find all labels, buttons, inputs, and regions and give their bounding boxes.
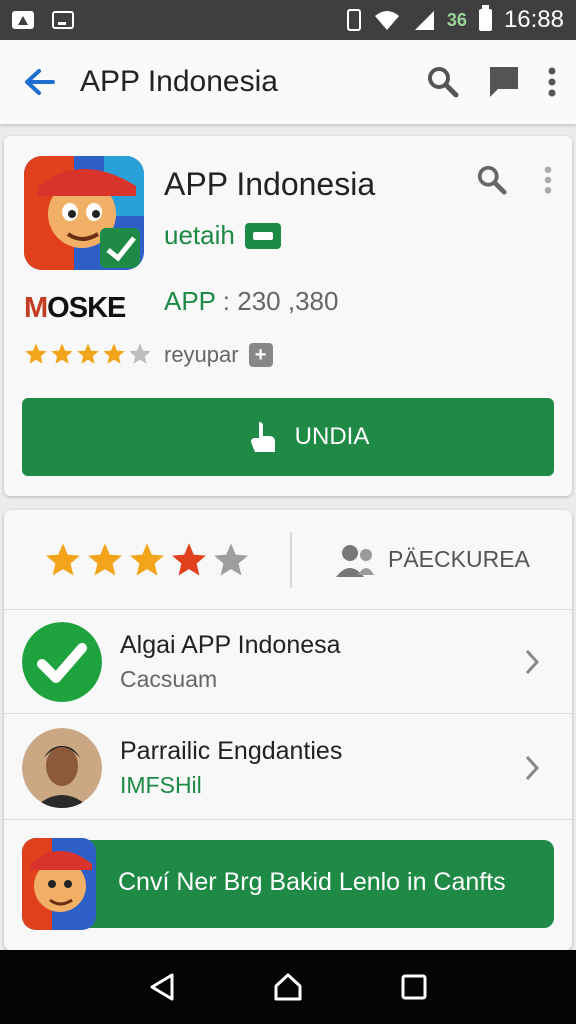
more-vert-icon[interactable] bbox=[544, 166, 552, 194]
promo-app-icon bbox=[22, 838, 96, 930]
more-vert-icon[interactable] bbox=[548, 67, 556, 97]
list-item-subtitle: IMFSHil bbox=[120, 771, 202, 798]
chevron-right-icon bbox=[512, 648, 552, 676]
rating-stars-large[interactable] bbox=[4, 541, 290, 579]
nav-home-icon[interactable] bbox=[273, 972, 303, 1002]
back-arrow-icon bbox=[25, 69, 55, 95]
install-button[interactable]: UNDIA bbox=[22, 398, 554, 476]
star-icon bbox=[172, 542, 206, 576]
details-card: PÄECKUREA Algai APP Indonesa Cacsuam Par… bbox=[4, 510, 572, 950]
app-icon[interactable] bbox=[24, 156, 144, 270]
developer-badge-icon bbox=[244, 222, 281, 249]
developer-row[interactable]: uetaih bbox=[164, 220, 281, 251]
system-nav-bar bbox=[0, 950, 576, 1024]
star-icon bbox=[88, 542, 122, 576]
image-icon bbox=[12, 11, 34, 29]
app-bar: APP Indonesia bbox=[0, 40, 576, 124]
list-item[interactable]: Algai APP Indonesa Cacsuam bbox=[4, 610, 572, 714]
media-icon bbox=[52, 11, 74, 29]
star-icon bbox=[130, 542, 164, 576]
battery-icon bbox=[478, 5, 492, 31]
list-item[interactable]: Parrailic Engdanties IMFSHil bbox=[4, 716, 572, 820]
app-name: APP Indonesia bbox=[164, 166, 376, 202]
category-add-icon: + bbox=[248, 343, 273, 367]
hand-pointer-icon bbox=[250, 422, 275, 452]
star-icon bbox=[25, 343, 47, 364]
check-circle-icon bbox=[22, 621, 102, 702]
developer-name: uetaih bbox=[164, 220, 235, 250]
category-row[interactable]: reyupar + bbox=[164, 342, 273, 368]
reviewers-label: PÄECKUREA bbox=[388, 546, 530, 572]
rating-stars bbox=[24, 342, 152, 366]
page-title: APP Indonesia bbox=[80, 65, 278, 98]
category-label: reyupar bbox=[164, 342, 239, 367]
brand-logo: MOSKE bbox=[24, 292, 126, 324]
promo-banner[interactable]: Cnví Ner Brg Bakid Lenlo in Canfts bbox=[22, 838, 554, 930]
promo-text: Cnví Ner Brg Bakid Lenlo in Canfts bbox=[118, 868, 506, 896]
list-item-title: Parrailic Engdanties bbox=[120, 736, 343, 765]
nav-recents-icon[interactable] bbox=[400, 973, 428, 1001]
reviewers-button[interactable]: PÄECKUREA bbox=[292, 543, 530, 577]
star-icon bbox=[103, 343, 125, 364]
nav-back-icon[interactable] bbox=[148, 972, 176, 1002]
status-bar: 36 16:88 bbox=[0, 0, 576, 40]
signal-icon bbox=[414, 11, 434, 30]
star-icon bbox=[77, 343, 99, 364]
avatar bbox=[22, 727, 102, 808]
search-icon[interactable] bbox=[476, 164, 508, 196]
chat-icon[interactable] bbox=[488, 65, 520, 99]
star-icon bbox=[51, 343, 73, 364]
star-icon bbox=[214, 542, 248, 576]
star-icon bbox=[46, 542, 80, 576]
back-button[interactable] bbox=[0, 40, 80, 124]
install-label: UNDIA bbox=[294, 423, 370, 450]
network-type: 36 bbox=[446, 9, 467, 30]
phone-icon bbox=[346, 9, 361, 31]
wifi-icon bbox=[374, 11, 399, 30]
app-count: APP : 230 ,380 bbox=[164, 286, 339, 316]
chevron-right-icon bbox=[512, 754, 552, 782]
star-icon bbox=[129, 343, 151, 364]
search-icon[interactable] bbox=[426, 65, 460, 99]
rating-summary: PÄECKUREA bbox=[4, 510, 572, 610]
list-item-subtitle: Cacsuam bbox=[120, 665, 218, 692]
app-detail-card: APP Indonesia uetaih MOSKE APP : 230 ,38… bbox=[4, 136, 572, 496]
list-item-title: Algai APP Indonesa bbox=[120, 630, 341, 659]
person-icon bbox=[336, 544, 374, 577]
status-time: 16:88 bbox=[503, 6, 564, 33]
